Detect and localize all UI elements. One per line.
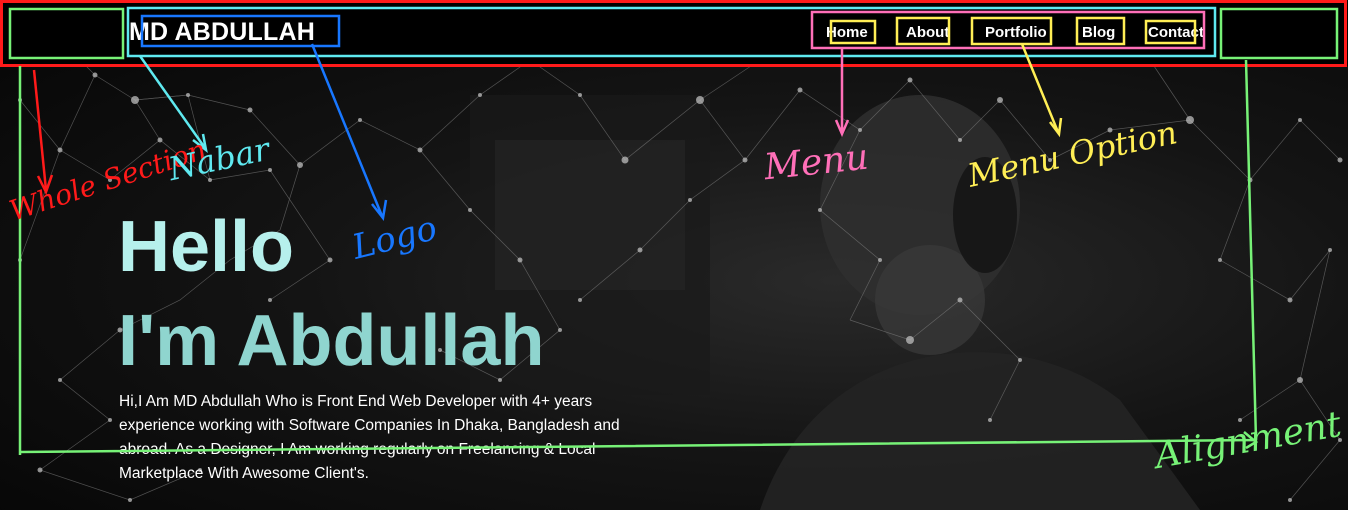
menu-item-about[interactable]: About [906, 24, 949, 41]
menu-item-contact[interactable]: Contact [1148, 24, 1204, 41]
hero-description: Hi,I Am MD Abdullah Who is Front End Web… [119, 393, 620, 482]
hero-title-line-1: Hello [118, 207, 295, 287]
hero-title: Hello I'm Abdullah [118, 200, 544, 388]
menu-item-home[interactable]: Home [826, 24, 868, 41]
navbar: MD ABDULLAH Home About Portfolio Blog Co… [0, 0, 1348, 66]
menu-item-portfolio[interactable]: Portfolio [985, 24, 1047, 41]
hero-section: MD ABDULLAH Home About Portfolio Blog Co… [0, 0, 1348, 510]
site-logo[interactable]: MD ABDULLAH [129, 18, 315, 47]
hero-title-line-2: I'm Abdullah [118, 301, 545, 381]
menu-item-blog[interactable]: Blog [1082, 24, 1115, 41]
